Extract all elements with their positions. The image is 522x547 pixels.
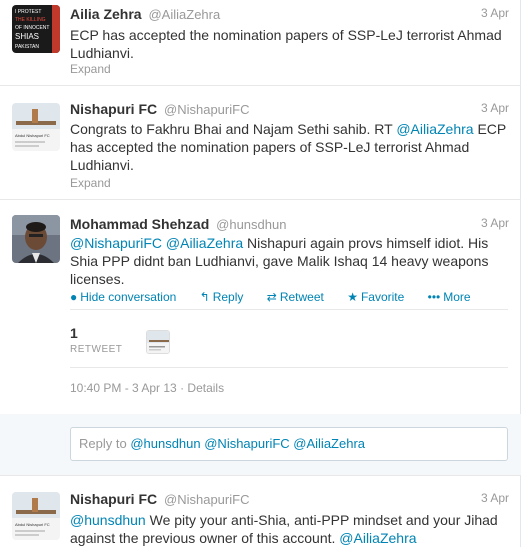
full-timestamp[interactable]: 10:40 PM - 3 Apr 13 (70, 381, 177, 395)
author-name[interactable]: Ailia Zehra (70, 6, 142, 22)
tweet-time[interactable]: 3 Apr (481, 491, 509, 505)
retweet-icon: ⇄ (266, 290, 277, 304)
retweet-label: Retweet (279, 290, 324, 304)
reply-arrow-icon: ↰ (199, 290, 210, 304)
hide-conversation-button[interactable]: ● Hide conversation (70, 290, 186, 304)
author-name[interactable]: Mohammad Shehzad (70, 216, 209, 232)
expand-link[interactable]: Expand (70, 176, 111, 190)
author-handle[interactable]: @NishapuriFC (164, 102, 249, 117)
mention-link[interactable]: @AiliaZehra (396, 121, 473, 137)
divider (70, 367, 508, 368)
tweet-text: @NishapuriFC @AiliaZehra Nishapuri again… (70, 234, 511, 288)
reply-label: Reply (212, 290, 244, 304)
conversation-frame: I PROTEST THE KILLING OF INNOCENT SHIAS … (0, 0, 521, 547)
tweet-ailia[interactable]: I PROTEST THE KILLING OF INNOCENT SHIAS … (0, 0, 521, 86)
tweet-header: Ailia Zehra @AiliaZehra 3 Apr (70, 6, 509, 24)
tweet-actions: ● Hide conversation ↰ Reply ⇄ Retweet ★ Favo… (70, 290, 491, 304)
more-label: More (443, 290, 471, 304)
svg-text:OF INNOCENT: OF INNOCENT (15, 25, 49, 31)
more-button[interactable]: ••• More (428, 290, 481, 304)
avatar[interactable]: I PROTEST THE KILLING OF INNOCENT SHIAS … (12, 5, 60, 53)
details-separator: · (176, 381, 188, 395)
svg-text:PAKISTAN: PAKISTAN (15, 44, 39, 50)
avatar[interactable]: Abdul Nishapuri FC (12, 103, 60, 151)
star-icon: ★ (347, 290, 358, 304)
speech-bubble-icon: ● (70, 290, 78, 304)
reply-button[interactable]: ↰ Reply (200, 290, 254, 304)
retweet-button[interactable]: ⇄ Retweet (267, 290, 334, 304)
svg-text:THE KILLING: THE KILLING (15, 17, 46, 23)
retweet-count-label: RETWEET (70, 344, 123, 355)
ellipsis-icon: ••• (427, 290, 441, 304)
tweet-nishapuri[interactable]: Abdul Nishapuri FC Nishapuri FC @Nishapu… (0, 87, 521, 200)
tweet-time[interactable]: 3 Apr (481, 6, 509, 20)
favorite-button[interactable]: ★ Favorite (347, 290, 414, 304)
reply-prefix: Reply to (79, 436, 131, 451)
author-handle[interactable]: @hunsdhun (216, 217, 286, 232)
retweet-count: 1 (70, 325, 78, 341)
svg-text:Abdul Nishapuri FC: Abdul Nishapuri FC (15, 133, 50, 138)
tweet-text: Congrats to Fakhru Bhai and Najam Sethi … (70, 120, 511, 174)
author-handle[interactable]: @AiliaZehra (148, 7, 220, 22)
tweet-header: Nishapuri FC @NishapuriFC 3 Apr (70, 491, 509, 509)
divider (70, 309, 508, 310)
expand-link[interactable]: Expand (70, 62, 111, 76)
hide-conversation-label: Hide conversation (80, 290, 177, 304)
retweeter-avatar[interactable] (146, 330, 170, 354)
reply-input[interactable]: Reply to @hunsdhun @NishapuriFC @AiliaZe… (70, 427, 508, 461)
tweet-details: 10:40 PM - 3 Apr 13 · Details (70, 381, 224, 395)
svg-text:SHIAS: SHIAS (15, 32, 39, 41)
reply-recipients: @hunsdhun @NishapuriFC @AiliaZehra (130, 436, 366, 451)
tweet-main[interactable]: Mohammad Shehzad @hunsdhun 3 Apr @Nishap… (0, 201, 521, 414)
tweet-header: Mohammad Shehzad @hunsdhun 3 Apr (70, 216, 509, 234)
svg-text:Abdul Nishapuri FC: Abdul Nishapuri FC (15, 522, 50, 527)
avatar[interactable] (12, 215, 60, 263)
tweet-text: @hunsdhun We pity your anti-Shia, anti-P… (70, 511, 511, 547)
retweet-stats[interactable]: 1 RETWEET (70, 325, 170, 355)
author-name[interactable]: Nishapuri FC (70, 491, 157, 507)
svg-text:I PROTEST: I PROTEST (15, 9, 41, 15)
mention-link[interactable]: @AiliaZehra (339, 530, 416, 546)
tweet-header: Nishapuri FC @NishapuriFC 3 Apr (70, 101, 509, 119)
tweet-text-part: Congrats to Fakhru Bhai and Najam Sethi … (70, 121, 397, 137)
avatar[interactable]: Abdul Nishapuri FC (12, 492, 60, 540)
tweet-time[interactable]: 3 Apr (481, 216, 509, 230)
tweet-text: ECP has accepted the nomination papers o… (70, 27, 502, 61)
author-name[interactable]: Nishapuri FC (70, 101, 157, 117)
tweet-time[interactable]: 3 Apr (481, 101, 509, 115)
favorite-label: Favorite (360, 290, 405, 304)
mention-link[interactable]: @hunsdhun (70, 512, 146, 528)
details-link[interactable]: Details (187, 381, 224, 395)
tweet-nishapuri-reply[interactable]: Abdul Nishapuri FC Nishapuri FC @Nishapu… (0, 476, 521, 547)
mention-link[interactable]: @AiliaZehra (166, 235, 243, 251)
author-handle[interactable]: @NishapuriFC (164, 492, 249, 507)
mention-link[interactable]: @NishapuriFC (70, 235, 162, 251)
